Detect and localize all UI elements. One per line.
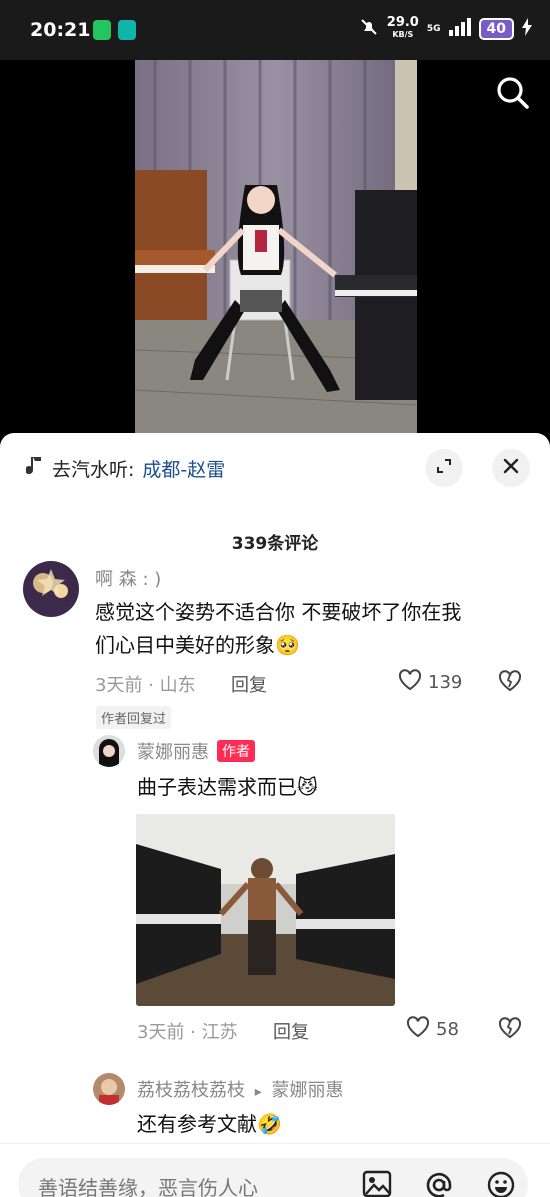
app-notification-icon	[118, 20, 136, 40]
dislike-button[interactable]	[498, 670, 522, 696]
expand-icon	[435, 457, 453, 479]
close-icon	[503, 458, 519, 478]
mute-icon	[359, 17, 379, 41]
comment-input-bar: 善语结善缘，恶言伤人心	[0, 1143, 550, 1197]
avatar[interactable]	[93, 735, 125, 767]
reply-text: 曲子表达需求而已😼	[137, 771, 318, 804]
reply-button[interactable]: 回复	[273, 1018, 309, 1044]
video-frame	[135, 60, 417, 436]
like-button[interactable]: 139	[398, 669, 462, 696]
status-indicators: 29.0 KB/S 5G 40	[359, 15, 532, 41]
pleading-emoji: 🥺	[275, 633, 300, 657]
heart-icon	[398, 669, 422, 696]
reply-username[interactable]: 荔枝荔枝荔枝 ▸ 蒙娜丽惠	[137, 1076, 344, 1102]
comment-count: 339条评论	[231, 534, 319, 554]
laughing-emoji: 🤣	[257, 1112, 282, 1136]
comment-text-line: 感觉这个姿势不适合你 不要破坏了你在我	[95, 600, 462, 624]
reply-text-content: 曲子表达需求而已	[137, 775, 297, 799]
avatar[interactable]	[23, 561, 79, 617]
music-link[interactable]: 去汽水听: 成都-赵雷	[25, 455, 225, 482]
app-notification-icon	[93, 20, 111, 40]
net-speed: 29.0	[386, 15, 419, 30]
comment-text: 感觉这个姿势不适合你 不要破坏了你在我 们心目中美好的形象🥺	[95, 596, 535, 662]
reply-image[interactable]	[136, 814, 395, 1006]
battery-level: 40	[478, 18, 514, 40]
at-icon[interactable]	[424, 1170, 454, 1197]
heart-icon	[406, 1016, 430, 1043]
reply-username-text: 荔枝荔枝荔枝	[137, 1080, 245, 1101]
broken-heart-icon	[498, 1017, 522, 1043]
reply-meta: 3天前 · 江苏	[137, 1022, 238, 1043]
video-player[interactable]	[0, 60, 550, 436]
reply-text: 还有参考文献🤣	[137, 1108, 282, 1141]
charging-icon	[522, 18, 532, 40]
author-badge: 作者	[217, 740, 255, 762]
emoji-icon[interactable]	[486, 1170, 516, 1197]
signal-label: 5G	[426, 24, 441, 34]
search-icon[interactable]	[496, 76, 530, 114]
status-bar: 20:21 29.0 KB/S 5G 40	[0, 0, 550, 60]
signal-icon	[448, 18, 471, 40]
comment-meta: 3天前 · 山东	[95, 675, 196, 696]
cat-emoji: 😼	[297, 775, 318, 799]
comment-text-line: 们心目中美好的形象	[95, 633, 275, 657]
net-unit: KB/S	[392, 30, 414, 39]
reply-arrow-icon: ▸	[254, 1084, 262, 1100]
image-icon[interactable]	[362, 1170, 392, 1197]
comment-sheet: 去汽水听: 成都-赵雷 339条评论 啊 森 : ) 感觉这个姿势不适合你 不要…	[0, 433, 550, 1197]
status-time: 20:21	[30, 19, 91, 41]
like-count: 58	[436, 1019, 459, 1040]
close-button[interactable]	[492, 449, 530, 487]
reply-to-username[interactable]: 蒙娜丽惠	[272, 1080, 344, 1101]
comment-input-placeholder: 善语结善缘，恶言伤人心	[38, 1176, 258, 1197]
reply-username[interactable]: 蒙娜丽惠 作者	[137, 738, 255, 764]
expand-button[interactable]	[425, 449, 463, 487]
comment-username[interactable]: 啊 森 : )	[95, 565, 161, 591]
music-song-link[interactable]: 成都-赵雷	[142, 455, 225, 482]
music-prefix: 去汽水听:	[52, 459, 135, 481]
reply-text-content: 还有参考文献	[137, 1112, 257, 1136]
music-note-icon	[25, 455, 44, 482]
comment-input[interactable]: 善语结善缘，恶言伤人心	[18, 1158, 528, 1197]
author-replied-tag: 作者回复过	[96, 706, 172, 729]
dislike-button[interactable]	[498, 1017, 522, 1043]
reply-button[interactable]: 回复	[231, 671, 267, 697]
reply-username-text: 蒙娜丽惠	[137, 742, 209, 763]
avatar[interactable]	[93, 1073, 125, 1105]
like-count: 139	[428, 672, 463, 693]
broken-heart-icon	[498, 670, 522, 696]
like-button[interactable]: 58	[406, 1016, 459, 1043]
